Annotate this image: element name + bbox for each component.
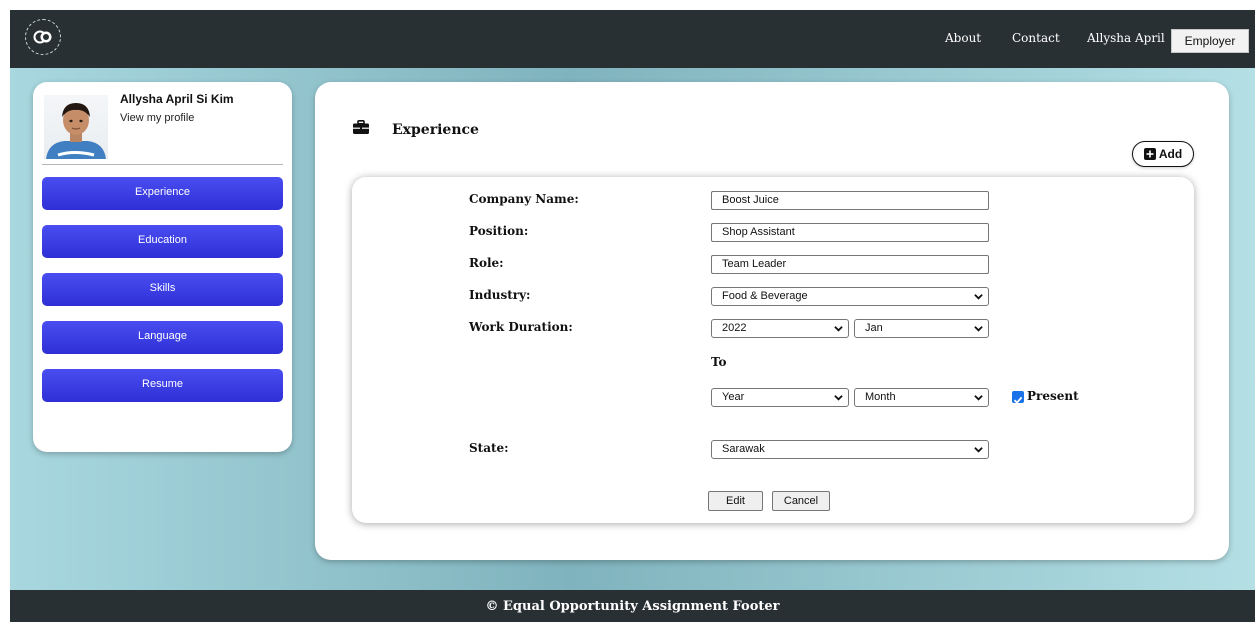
page-footer: © Equal Opportunity Assignment Footer: [10, 590, 1255, 622]
sidebar-item-education[interactable]: Education: [42, 225, 283, 258]
sidebar-item-experience[interactable]: Experience: [42, 177, 283, 210]
sidebar-item-label: Skills: [149, 282, 176, 294]
chevron-down-icon: [974, 447, 983, 453]
sidebar-item-label: Experience: [134, 186, 191, 198]
company-name-input[interactable]: Boost Juice: [711, 191, 989, 210]
chevron-down-icon: [974, 294, 983, 300]
plus-square-icon: [1143, 148, 1156, 160]
state-select[interactable]: Sarawak: [711, 440, 989, 459]
experience-panel: Experience Add Company Name: Boost Juice…: [315, 82, 1229, 560]
company-name-label: Company Name:: [469, 192, 579, 206]
nav-user-link[interactable]: Allysha April: [1087, 31, 1165, 45]
experience-form: Company Name: Boost Juice Position: Shop…: [352, 177, 1194, 523]
top-navbar: About Contact Allysha April Employer: [10, 10, 1255, 68]
profile-sidebar: Allysha April Si Kim View my profile Exp…: [33, 82, 292, 452]
position-label: Position:: [469, 224, 529, 238]
add-button-label: Add: [1158, 147, 1183, 161]
sidebar-item-language[interactable]: Language: [42, 321, 283, 354]
work-duration-label: Work Duration:: [469, 320, 573, 334]
nav-contact-link[interactable]: Contact: [1012, 31, 1060, 45]
checkmark-icon: [1013, 396, 1023, 404]
section-title: Experience: [392, 122, 479, 138]
state-label: State:: [469, 441, 509, 455]
role-input[interactable]: Team Leader: [711, 255, 989, 274]
sidebar-item-label: Resume: [142, 378, 183, 390]
industry-select-value: Food & Beverage: [722, 290, 808, 302]
employer-button[interactable]: Employer: [1171, 29, 1249, 53]
start-year-value: 2022: [722, 322, 747, 334]
avatar[interactable]: [44, 95, 108, 159]
sidebar-divider: [42, 164, 283, 165]
end-month-select[interactable]: Month: [854, 388, 989, 407]
start-month-value: Jan: [865, 322, 883, 334]
cancel-button[interactable]: Cancel: [772, 491, 830, 511]
start-month-select[interactable]: Jan: [854, 319, 989, 338]
app-frame: About Contact Allysha April Employer All…: [10, 10, 1255, 622]
edit-button[interactable]: Edit: [708, 491, 763, 511]
state-select-value: Sarawak: [722, 443, 765, 455]
industry-select[interactable]: Food & Beverage: [711, 287, 989, 306]
view-profile-link[interactable]: View my profile: [120, 112, 194, 124]
footer-text: © Equal Opportunity Assignment Footer: [485, 598, 780, 614]
sidebar-item-skills[interactable]: Skills: [42, 273, 283, 306]
chevron-down-icon: [974, 395, 983, 401]
industry-label: Industry:: [469, 288, 531, 302]
role-label: Role:: [469, 256, 504, 270]
briefcase-icon: [353, 120, 369, 134]
sidebar-item-label: Language: [138, 330, 187, 342]
start-year-select[interactable]: 2022: [711, 319, 849, 338]
to-label: To: [711, 355, 727, 369]
profile-name: Allysha April Si Kim: [120, 92, 234, 106]
nav-about-link[interactable]: About: [945, 31, 981, 45]
present-label[interactable]: Present: [1027, 389, 1079, 403]
sidebar-item-label: Education: [138, 234, 187, 246]
sidebar-item-resume[interactable]: Resume: [42, 369, 283, 402]
add-experience-button[interactable]: Add: [1132, 141, 1194, 167]
chevron-down-icon: [974, 326, 983, 332]
end-year-value: Year: [722, 391, 745, 403]
present-checkbox[interactable]: [1012, 391, 1024, 404]
end-year-select[interactable]: Year: [711, 388, 849, 407]
chevron-down-icon: [834, 326, 843, 332]
chevron-down-icon: [834, 395, 843, 401]
end-month-value: Month: [865, 391, 896, 403]
position-input[interactable]: Shop Assistant: [711, 223, 989, 242]
logo-icon[interactable]: [25, 19, 61, 55]
